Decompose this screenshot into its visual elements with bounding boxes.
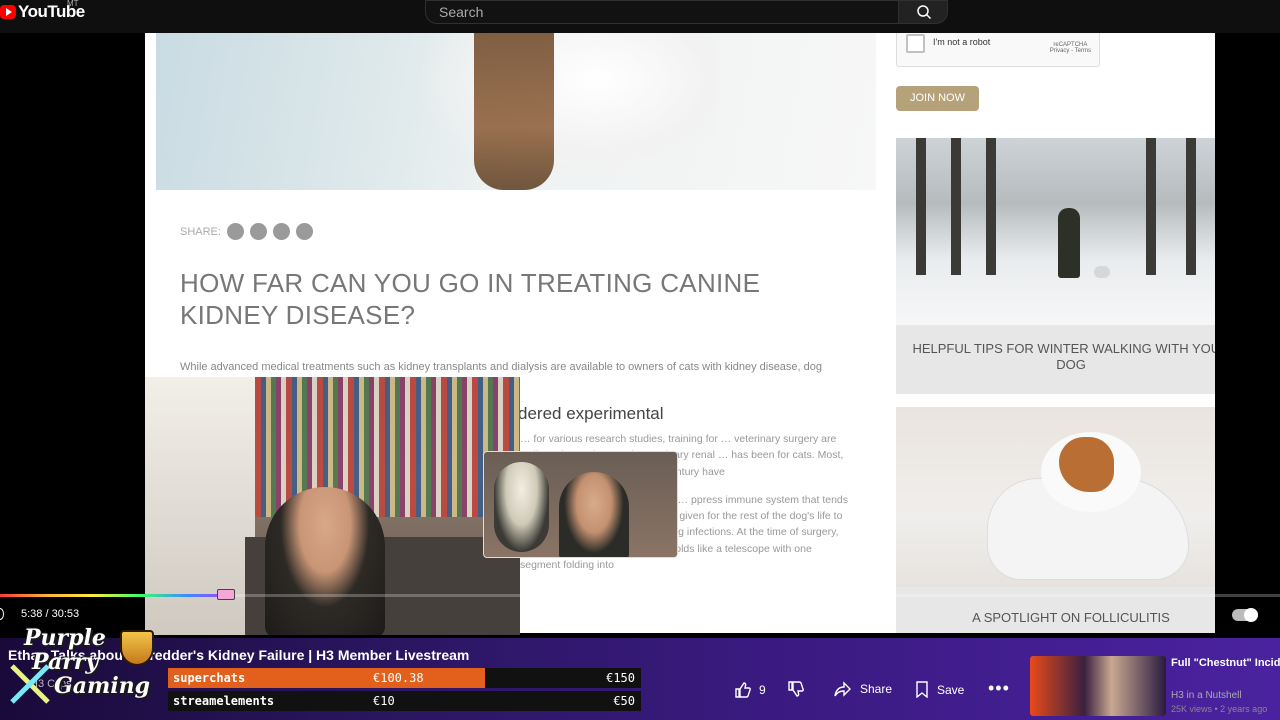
progress-fill: [0, 594, 233, 597]
like-count: 9: [759, 682, 766, 697]
tree: [986, 138, 996, 275]
puppy-image: [896, 407, 1215, 587]
goal-label: superchats: [173, 671, 246, 685]
progress-bar[interactable]: [0, 594, 1280, 597]
small-dog: [1094, 266, 1110, 278]
facebook-icon[interactable]: [249, 223, 267, 240]
captcha-checkbox[interactable]: [906, 34, 925, 53]
captcha-label: I'm not a robot: [933, 37, 991, 47]
picture-in-picture-preview: [483, 451, 678, 558]
recaptcha-widget[interactable]: I'm not a robot reCAPTCHA Privacy - Terms: [896, 33, 1100, 67]
crest-icon: [120, 630, 154, 666]
more-actions-button[interactable]: •••: [988, 678, 1010, 699]
goal-max: €150: [606, 671, 635, 685]
recommended-video-thumbnail[interactable]: [1030, 656, 1166, 716]
twitter-icon[interactable]: [226, 223, 244, 240]
article-title: HOW FAR CAN YOU GO IN TREATING CANINE KI…: [180, 268, 761, 330]
pip-person-right: [559, 472, 629, 557]
search-button[interactable]: [898, 0, 948, 24]
winter-walking-image: [896, 138, 1215, 325]
hero-dog: [474, 33, 554, 190]
dislike-button[interactable]: [787, 681, 804, 698]
walking-person: [1058, 208, 1080, 278]
save-label: Save: [937, 682, 965, 697]
pinterest-icon[interactable]: [272, 223, 290, 240]
share-icon: [834, 681, 851, 697]
card-title: A SPOTLIGHT ON FOLLICULITIS: [972, 610, 1170, 625]
youtube-play-icon: [0, 5, 16, 19]
sidebar-card-folliculitis[interactable]: A SPOTLIGHT ON FOLLICULITIS: [896, 407, 1215, 633]
like-button[interactable]: 9: [734, 681, 766, 698]
autoplay-toggle[interactable]: [1232, 608, 1258, 622]
tree: [1186, 138, 1196, 275]
share-label: Share: [860, 682, 893, 696]
article-intro: While advanced medical treatments such a…: [180, 361, 823, 373]
streamelements-goal-bar: streamelements €10 €50: [168, 691, 641, 711]
thumbs-up-icon: [735, 682, 751, 698]
thumbs-down-icon: [788, 681, 804, 697]
save-button[interactable]: Save: [915, 681, 964, 698]
card-title: HELPFUL TIPS FOR WINTER WALKING WITH YOU…: [912, 341, 1215, 372]
goal-current: €100.38: [373, 671, 424, 685]
volume-icon[interactable]: [0, 608, 4, 620]
article-subhead: dered experimental: [518, 404, 664, 423]
superchats-goal-bar: superchats €100.38 €150: [168, 668, 641, 688]
pip-person-left: [494, 462, 549, 552]
youtube-header: YouTube MT Search: [0, 0, 1280, 33]
captcha-terms: Privacy - Terms: [1049, 48, 1091, 54]
streamer: [265, 487, 385, 635]
recommended-video-channel: H3 in a Nutshell: [1171, 690, 1242, 701]
tree: [916, 138, 926, 275]
recommended-video-meta: 25K views • 2 years ago: [1171, 704, 1268, 714]
time-display: 5:38 / 30:53: [21, 608, 80, 620]
goal-current: €10: [373, 694, 395, 708]
bookmark-icon: [916, 681, 928, 698]
sidebar-card-winter-walking[interactable]: HELPFUL TIPS FOR WINTER WALKING WITH YOU…: [896, 138, 1215, 394]
goal-max: €50: [613, 694, 635, 708]
share-button[interactable]: Share: [834, 681, 892, 697]
captcha-brand: reCAPTCHA Privacy - Terms: [1050, 42, 1091, 54]
goal-label: streamelements: [173, 694, 275, 708]
search-icon: [917, 5, 932, 20]
comment-icon[interactable]: [295, 223, 313, 240]
tree: [1146, 138, 1156, 275]
sword-icon: [10, 664, 50, 704]
join-now-button[interactable]: JOIN NOW: [896, 86, 979, 111]
tree: [951, 138, 961, 275]
share-label: SHARE:: [180, 225, 221, 238]
recommended-video-title[interactable]: Full "Chestnut" Incident - Apologizes to…: [1171, 656, 1280, 671]
hero-image: [156, 33, 876, 190]
search-placeholder: Search: [439, 4, 484, 20]
share-row: SHARE:: [180, 223, 313, 240]
country-code: MT: [67, 0, 79, 8]
search-input[interactable]: Search: [425, 0, 899, 24]
progress-scrubber-icon[interactable]: [216, 589, 235, 600]
hero-coat: [416, 33, 716, 190]
